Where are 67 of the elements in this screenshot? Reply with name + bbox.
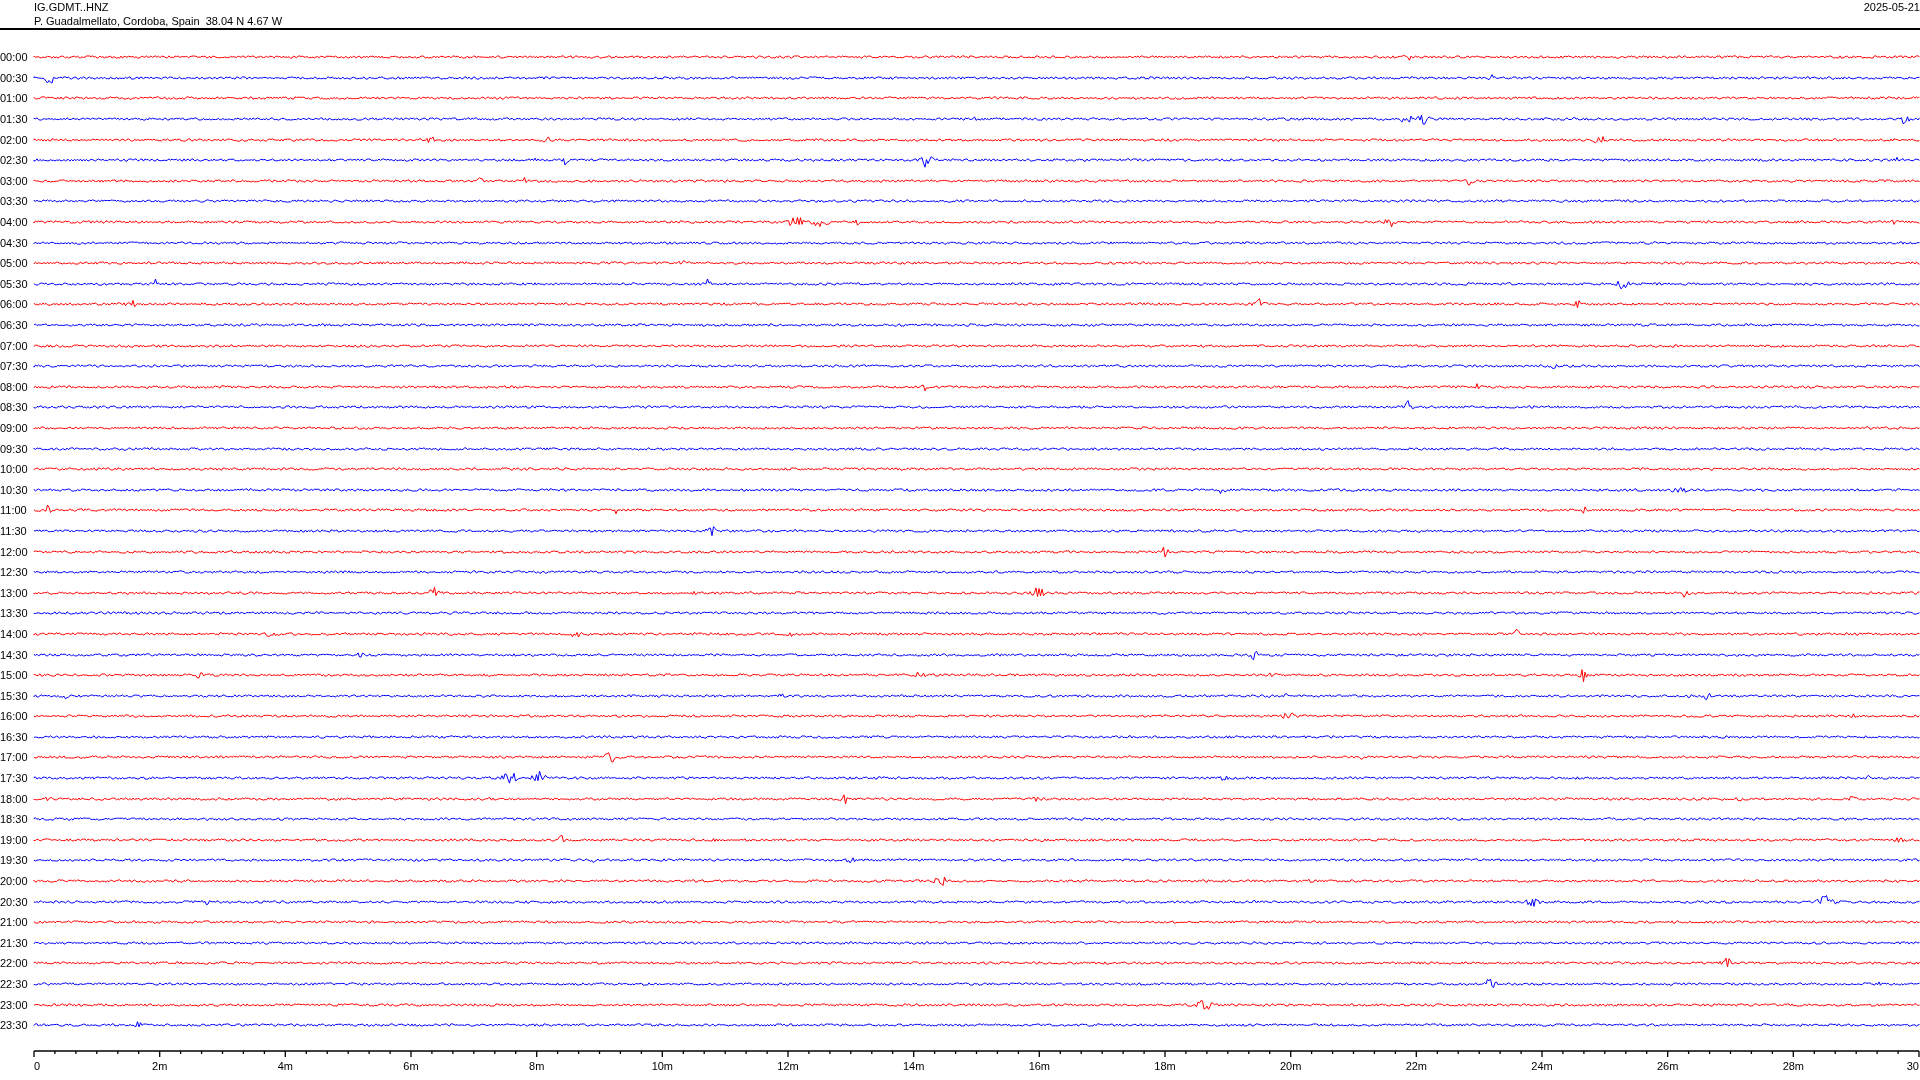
time-label: 13:30 bbox=[0, 607, 29, 620]
tick-label: 22m bbox=[1405, 1059, 1428, 1072]
tick-label: 4m bbox=[277, 1059, 293, 1072]
time-label: 15:30 bbox=[0, 689, 29, 702]
time-label: 01:00 bbox=[0, 92, 29, 105]
tick-label: 8m bbox=[529, 1059, 545, 1072]
time-label: 03:30 bbox=[0, 195, 29, 208]
tick-label: 16m bbox=[1028, 1059, 1051, 1072]
time-label: 11:30 bbox=[0, 524, 28, 537]
time-label: 10:30 bbox=[0, 483, 29, 496]
time-label: 18:00 bbox=[0, 792, 29, 805]
time-label: 09:00 bbox=[0, 422, 29, 434]
time-label: 03:00 bbox=[0, 174, 29, 187]
time-label: 11:00 bbox=[0, 504, 28, 517]
tick-label: 20m bbox=[1279, 1059, 1302, 1072]
time-label: 12:00 bbox=[0, 545, 29, 558]
time-label: 04:00 bbox=[0, 216, 29, 229]
tick-label: 10m bbox=[651, 1059, 674, 1072]
station-location: P. Guadalmellato, Cordoba, Spain 38.04 N 4.67 W bbox=[34, 14, 283, 28]
time-label: 02:00 bbox=[0, 133, 29, 146]
time-label: 00:00 bbox=[0, 51, 29, 64]
time-label: 23:30 bbox=[0, 1019, 29, 1032]
time-label: 09:30 bbox=[0, 442, 29, 455]
time-label: 00:30 bbox=[0, 71, 29, 84]
time-label: 22:00 bbox=[0, 957, 29, 970]
time-label: 08:30 bbox=[0, 401, 29, 414]
tick-label: 6m bbox=[403, 1059, 419, 1072]
time-label: 06:30 bbox=[0, 319, 29, 331]
time-label: 21:00 bbox=[0, 916, 29, 929]
tick-label: 2m bbox=[152, 1059, 168, 1072]
tick-label: 0 bbox=[34, 1059, 41, 1072]
time-label: 17:30 bbox=[0, 772, 29, 785]
time-label: 15:00 bbox=[0, 669, 29, 682]
time-label: 06:00 bbox=[0, 298, 29, 311]
station-code: IG.GDMT..HNZ bbox=[34, 0, 110, 14]
tick-label: 14m bbox=[902, 1059, 925, 1072]
time-label: 13:00 bbox=[0, 586, 29, 599]
tick-label: 30 bbox=[1906, 1059, 1919, 1072]
date-label: 2025-05-21 bbox=[1863, 0, 1920, 15]
time-label: 16:30 bbox=[0, 730, 29, 743]
time-label: 04:30 bbox=[0, 236, 29, 249]
time-label: 19:30 bbox=[0, 854, 29, 867]
time-label: 19:00 bbox=[0, 833, 29, 846]
time-label: 08:00 bbox=[0, 380, 29, 393]
time-label: 05:30 bbox=[0, 277, 29, 290]
time-label: 14:30 bbox=[0, 648, 29, 661]
time-label: 21:30 bbox=[0, 936, 29, 949]
time-label: 16:00 bbox=[0, 710, 29, 723]
tick-label: 26m bbox=[1656, 1059, 1679, 1072]
time-label: 23:00 bbox=[0, 998, 29, 1011]
time-label: 01:30 bbox=[0, 113, 29, 126]
time-label: 05:00 bbox=[0, 257, 29, 270]
time-label: 14:00 bbox=[0, 627, 29, 640]
tick-label: 24m bbox=[1531, 1059, 1553, 1072]
time-label: 22:30 bbox=[0, 978, 29, 990]
tick-label: 12m bbox=[777, 1059, 799, 1072]
tick-label: 28m bbox=[1782, 1059, 1805, 1072]
tick-label: 18m bbox=[1154, 1059, 1176, 1072]
time-label: 12:30 bbox=[0, 566, 29, 579]
time-label: 07:00 bbox=[0, 339, 29, 352]
time-label: 17:00 bbox=[0, 751, 29, 764]
time-label: 07:30 bbox=[0, 360, 29, 373]
time-label: 10:00 bbox=[0, 463, 29, 476]
time-label: 18:30 bbox=[0, 813, 29, 826]
time-label: 20:00 bbox=[0, 875, 29, 888]
time-label: 20:30 bbox=[0, 895, 29, 908]
time-label: 02:30 bbox=[0, 154, 29, 167]
